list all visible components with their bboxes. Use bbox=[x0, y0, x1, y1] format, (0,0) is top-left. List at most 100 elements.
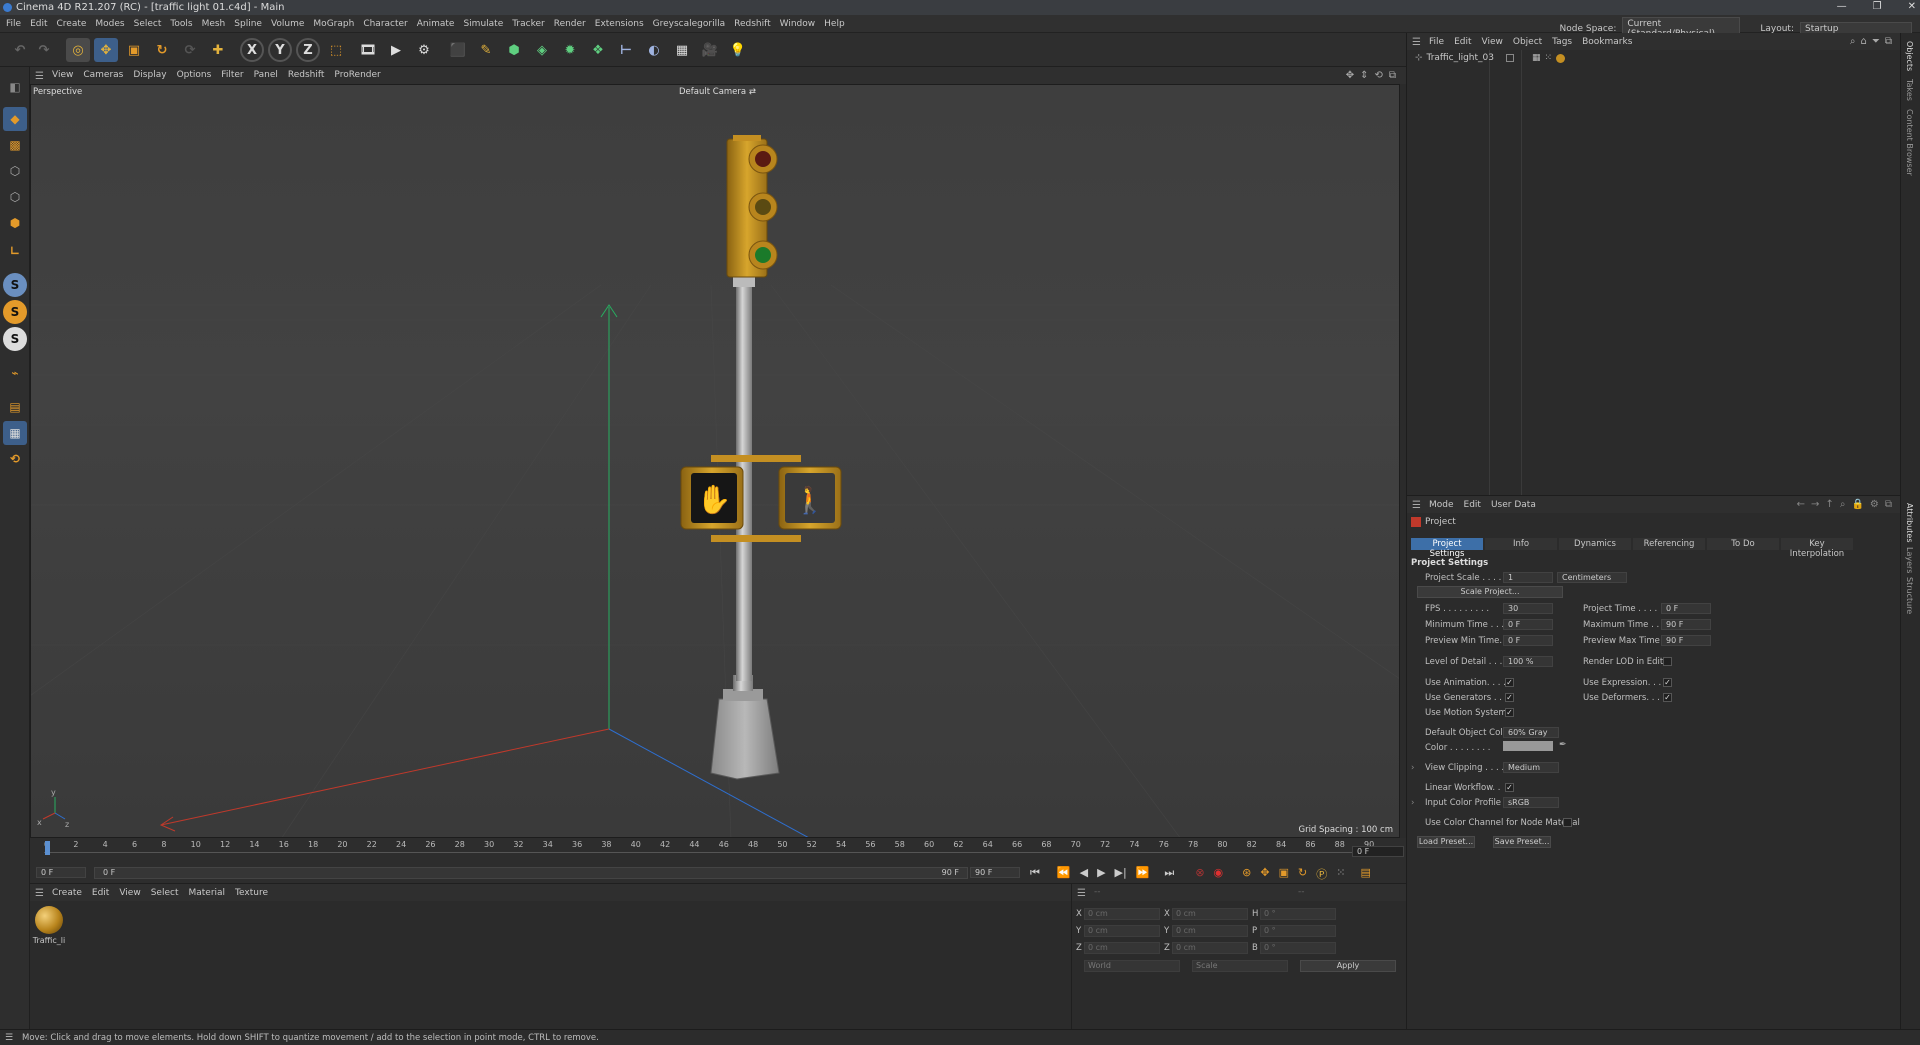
viewport-pan-icon[interactable]: ✥ bbox=[1346, 70, 1354, 81]
menu-extensions[interactable]: Extensions bbox=[595, 19, 644, 29]
viewport-camera-label[interactable]: Default Camera ⇄ bbox=[679, 87, 756, 97]
make-editable-icon[interactable]: ◧ bbox=[3, 75, 27, 99]
object-visibility-icon[interactable] bbox=[1506, 54, 1514, 62]
tab-project-settings[interactable]: Project Settings bbox=[1411, 538, 1483, 559]
model-mode-icon[interactable]: ◆ bbox=[3, 107, 27, 131]
next-frame-icon[interactable]: ▶| bbox=[1115, 866, 1127, 882]
playhead[interactable] bbox=[45, 841, 50, 855]
object-menu-tags[interactable]: Tags bbox=[1552, 37, 1572, 47]
up-arrow-icon[interactable]: ↑ bbox=[1825, 499, 1833, 510]
back-arrow-icon[interactable]: ← bbox=[1797, 499, 1805, 510]
workplane-icon[interactable]: ∟ bbox=[3, 239, 27, 263]
color-channel-checkbox[interactable] bbox=[1563, 818, 1572, 827]
go-to-end-icon[interactable]: ⏭ bbox=[1164, 866, 1174, 882]
side-tab-attributes[interactable]: Attributes bbox=[1905, 503, 1914, 543]
play-icon[interactable]: ▶ bbox=[1097, 866, 1105, 882]
3d-viewport[interactable]: ✋ 🚶 y x z Perspective Default Camera ⇄ G… bbox=[30, 84, 1400, 838]
coord-value-field[interactable]: 0 cm bbox=[1084, 925, 1160, 937]
menu-render[interactable]: Render bbox=[554, 19, 586, 29]
input-color-profile-dropdown[interactable]: sRGB bbox=[1503, 797, 1559, 808]
lock-workplane-icon[interactable]: ⟲ bbox=[3, 447, 27, 471]
lock-icon[interactable]: 🔒 bbox=[1851, 499, 1863, 510]
cube-icon[interactable]: ⬛ bbox=[446, 38, 470, 62]
eyedropper-icon[interactable]: ✒ bbox=[1559, 740, 1567, 750]
load-preset-button[interactable]: Load Preset... bbox=[1417, 836, 1475, 848]
minimum-time-field[interactable]: 0 F bbox=[1503, 619, 1553, 630]
menu-animate[interactable]: Animate bbox=[417, 19, 455, 29]
viewport-rotate-icon[interactable]: ⟲ bbox=[1374, 70, 1382, 81]
linear-workflow-checkbox[interactable]: ✓ bbox=[1505, 783, 1514, 792]
cloner-icon[interactable]: ✹ bbox=[558, 38, 582, 62]
project-time-field[interactable]: 0 F bbox=[1661, 603, 1711, 614]
recent-tool-icon[interactable]: ⟳ bbox=[178, 38, 202, 62]
previous-key-icon[interactable]: ⏪ bbox=[1057, 866, 1071, 882]
field-icon[interactable]: ◐ bbox=[642, 38, 666, 62]
coord-value-field[interactable]: 0 cm bbox=[1172, 942, 1248, 954]
viewport-menu-filter[interactable]: Filter bbox=[221, 70, 243, 80]
object-menu-edit[interactable]: Edit bbox=[1454, 37, 1471, 47]
menu-select[interactable]: Select bbox=[134, 19, 162, 29]
parameter-key-icon[interactable]: Ⓟ bbox=[1316, 866, 1327, 882]
record-keys-icon[interactable]: ⊗ bbox=[1195, 866, 1204, 882]
menu-tracker[interactable]: Tracker bbox=[512, 19, 544, 29]
timeline-ruler[interactable]: 0246810121416182022242628303234363840424… bbox=[30, 838, 1406, 864]
tag-icon-2[interactable]: ⁙ bbox=[1545, 53, 1553, 63]
menu-spline[interactable]: Spline bbox=[234, 19, 262, 29]
menu-mesh[interactable]: Mesh bbox=[202, 19, 226, 29]
add-object-icon[interactable]: ✚ bbox=[206, 38, 230, 62]
view-clipping-dropdown[interactable]: Medium bbox=[1503, 762, 1559, 773]
material-menu-material[interactable]: Material bbox=[188, 888, 225, 898]
menu-tools[interactable]: Tools bbox=[170, 19, 192, 29]
snap-icon[interactable]: ⌁ bbox=[3, 361, 27, 385]
menu-file[interactable]: File bbox=[6, 19, 21, 29]
menu-simulate[interactable]: Simulate bbox=[463, 19, 503, 29]
maximize-button[interactable]: ❐ bbox=[1873, 1, 1882, 12]
coord-value-field[interactable]: 0 ° bbox=[1260, 942, 1336, 954]
render-settings-icon[interactable]: ⚙ bbox=[412, 38, 436, 62]
tab-referencing[interactable]: Referencing bbox=[1633, 538, 1705, 550]
coord-value-field[interactable]: 0 cm bbox=[1084, 908, 1160, 920]
tab-dynamics[interactable]: Dynamics bbox=[1559, 538, 1631, 550]
side-tab-layers[interactable]: Layers bbox=[1905, 547, 1914, 573]
end-frame-field[interactable]: 90 F bbox=[970, 867, 1020, 878]
object-menu-view[interactable]: View bbox=[1482, 37, 1503, 47]
workplane-grid-icon[interactable]: ▤ bbox=[3, 395, 27, 419]
filter-icon[interactable]: ⏷ bbox=[1872, 36, 1880, 47]
solo-hierarchy-icon[interactable]: S bbox=[3, 300, 27, 324]
keyframe-selection-icon[interactable]: ⊛ bbox=[1242, 866, 1251, 882]
settings-icon[interactable]: ⚙ bbox=[1870, 499, 1879, 510]
menu-window[interactable]: Window bbox=[780, 19, 816, 29]
light-icon[interactable]: 💡 bbox=[726, 38, 750, 62]
minimize-button[interactable]: — bbox=[1837, 1, 1847, 12]
menu-redshift[interactable]: Redshift bbox=[734, 19, 771, 29]
level-of-detail-field[interactable]: 100 % bbox=[1503, 656, 1553, 667]
use-generators-checkbox[interactable]: ✓ bbox=[1505, 693, 1514, 702]
forward-arrow-icon[interactable]: → bbox=[1811, 499, 1819, 510]
rotate-tool-icon[interactable]: ↻ bbox=[150, 38, 174, 62]
coord-value-field[interactable]: 0 ° bbox=[1260, 925, 1336, 937]
material-menu-create[interactable]: Create bbox=[52, 888, 82, 898]
object-menu-object[interactable]: Object bbox=[1513, 37, 1542, 47]
side-tab-content-browser[interactable]: Content Browser bbox=[1905, 109, 1914, 176]
render-lod-checkbox[interactable] bbox=[1663, 657, 1672, 666]
material-swatch[interactable]: Traffic_li bbox=[32, 906, 66, 946]
apply-button[interactable]: Apply bbox=[1300, 960, 1396, 972]
tab-info[interactable]: Info bbox=[1485, 538, 1557, 550]
grid-icon[interactable]: ▦ bbox=[3, 421, 27, 445]
object-menu-file[interactable]: File bbox=[1429, 37, 1444, 47]
z-axis-lock-icon[interactable]: Z bbox=[296, 38, 320, 62]
material-menu-edit[interactable]: Edit bbox=[92, 888, 109, 898]
extrude-icon[interactable]: ◈ bbox=[530, 38, 554, 62]
coord-value-field[interactable]: 0 cm bbox=[1172, 925, 1248, 937]
coordinate-system-icon[interactable]: ⬚ bbox=[324, 38, 348, 62]
side-tab-takes[interactable]: Takes bbox=[1905, 79, 1914, 101]
default-object-color-dropdown[interactable]: 60% Gray bbox=[1503, 727, 1559, 738]
tag-icon[interactable]: ▦ bbox=[1532, 53, 1541, 63]
search-icon[interactable]: ⌕ bbox=[1850, 36, 1856, 47]
material-menu-select[interactable]: Select bbox=[151, 888, 179, 898]
menu-create[interactable]: Create bbox=[57, 19, 87, 29]
solo-icon[interactable]: S bbox=[3, 273, 27, 297]
x-axis-lock-icon[interactable]: X bbox=[240, 38, 264, 62]
polygons-mode-icon[interactable]: ⬢ bbox=[3, 211, 27, 235]
viewport-menu-options[interactable]: Options bbox=[177, 70, 212, 80]
